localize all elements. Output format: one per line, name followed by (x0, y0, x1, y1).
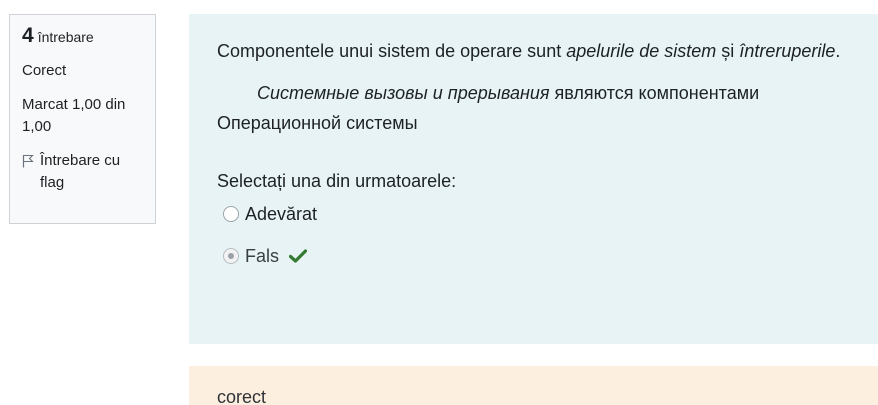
feedback-text: corect (217, 387, 267, 405)
question-text: Componentele unui sistem de operare sunt… (217, 36, 850, 66)
question-info-panel: 4 întrebare Corect Marcat 1,00 din 1,00 … (9, 14, 156, 224)
translation-emphasis: Системные вызовы и прерывания (257, 83, 550, 103)
flag-question-label: Întrebare cu flag (40, 152, 121, 191)
answer-option-false[interactable]: Fals (223, 238, 850, 274)
question-translation: Системные вызовы и прерывания являются к… (217, 78, 850, 138)
radio-true[interactable] (223, 206, 239, 222)
answer-option-true[interactable]: Adevărat (223, 196, 850, 232)
question-mark: Marcat 1,00 din 1,00 (22, 96, 126, 135)
question-content: Componentele unui sistem de operare sunt… (189, 14, 878, 344)
answer-option-label: Fals (245, 246, 280, 266)
question-text-emphasis: întreruperile (739, 41, 836, 61)
question-text-part: Componentele unui sistem de operare sunt (217, 41, 567, 61)
answer-prompt: Selectați una din urmatoarele: (217, 171, 457, 191)
feedback-panel: corect (189, 366, 878, 405)
question-status: Corect (22, 62, 67, 79)
question-number-label: întrebare (37, 29, 94, 45)
question-text-part: . (835, 41, 841, 61)
flag-question-toggle[interactable]: Întrebare cu flag (22, 150, 143, 194)
answer-option-label: Adevărat (245, 204, 318, 224)
question-text-emphasis: apelurile de sistem (566, 41, 717, 61)
question-text-part: și (716, 41, 740, 61)
flag-icon (22, 154, 34, 168)
radio-false[interactable] (223, 248, 239, 264)
question-number-value: 4 (22, 24, 34, 47)
question-number: 4 întrebare (22, 25, 143, 48)
check-icon (289, 249, 308, 263)
